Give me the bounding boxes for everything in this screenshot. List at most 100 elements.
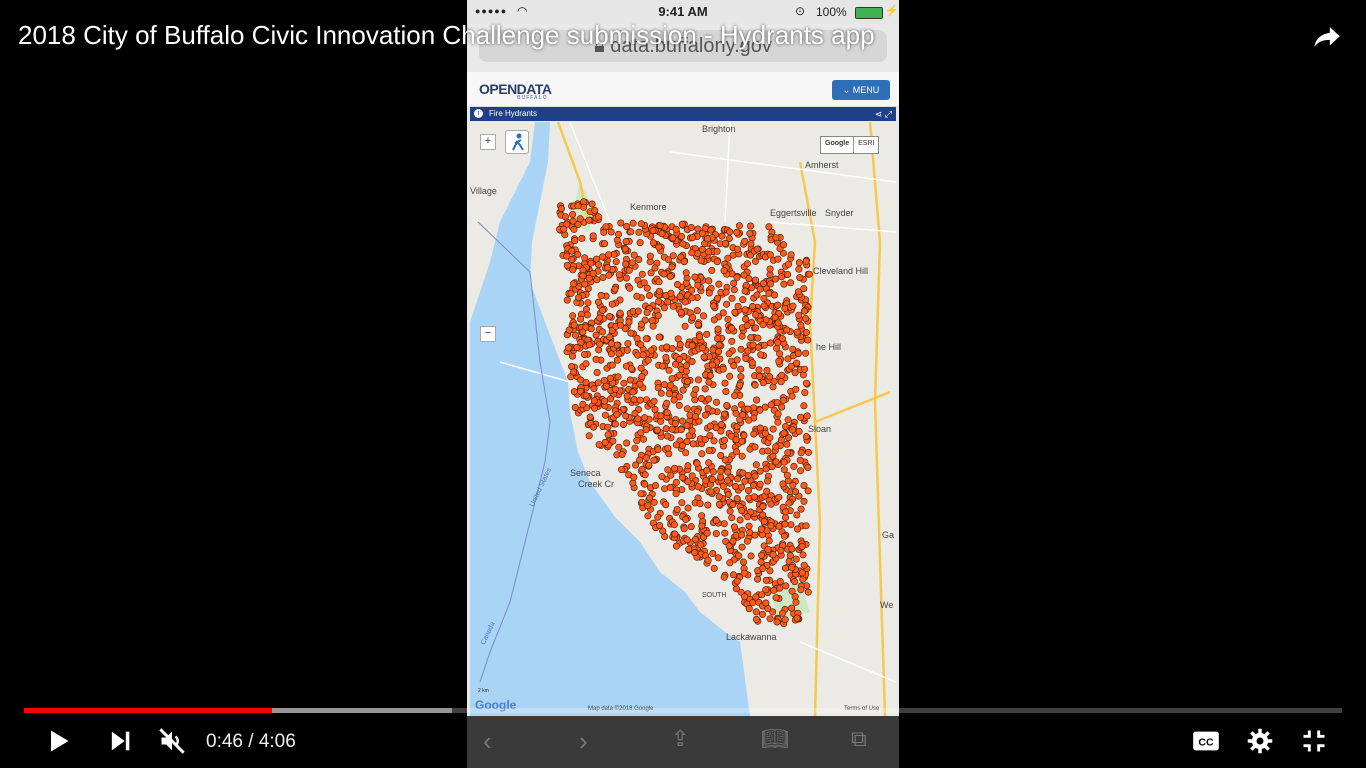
hydrant-marker xyxy=(671,419,679,427)
hydrant-marker xyxy=(804,487,812,495)
hydrant-marker xyxy=(671,530,679,538)
hydrant-marker xyxy=(674,335,682,343)
hydrant-marker xyxy=(715,348,723,356)
hydrant-marker xyxy=(693,459,701,467)
info-icon[interactable]: i xyxy=(474,109,483,119)
hydrant-marker xyxy=(773,399,781,407)
hydrant-marker xyxy=(655,298,663,306)
hydrant-marker xyxy=(617,219,625,227)
zoom-out-button[interactable]: − xyxy=(480,326,496,342)
hydrant-marker xyxy=(663,432,671,440)
hydrant-marker xyxy=(733,475,741,483)
hydrant-marker xyxy=(783,440,791,448)
hydrant-marker xyxy=(599,253,607,261)
hydrant-marker xyxy=(688,358,696,366)
hydrant-marker xyxy=(698,522,706,530)
hydrant-marker xyxy=(802,257,810,265)
hydrant-marker xyxy=(698,394,706,402)
svg-text:CC: CC xyxy=(1198,737,1214,749)
hydrant-marker xyxy=(772,443,780,451)
hydrant-marker xyxy=(751,443,759,451)
hydrant-marker xyxy=(756,480,764,488)
hydrant-marker xyxy=(652,481,660,489)
hydrant-marker xyxy=(618,450,626,458)
hydrant-marker xyxy=(728,514,736,522)
hydrant-marker xyxy=(678,499,686,507)
locate-button[interactable] xyxy=(505,130,529,154)
hydrant-marker xyxy=(781,304,789,312)
map-view[interactable]: + − Google ESRI Brighton Amherst Kenmore… xyxy=(470,122,896,716)
hydrant-marker xyxy=(714,325,722,333)
hydrant-marker xyxy=(644,512,652,520)
hydrant-marker xyxy=(759,511,767,519)
hydrant-marker xyxy=(671,464,679,472)
hydrant-marker xyxy=(655,333,663,341)
map-label: Snyder xyxy=(825,208,854,218)
hydrant-marker xyxy=(703,529,711,537)
hydrant-marker xyxy=(608,350,616,358)
hydrant-marker xyxy=(787,251,795,259)
captions-button[interactable]: CC xyxy=(1192,727,1220,755)
site-logo[interactable]: OPENDATA BUFFALO xyxy=(479,81,552,101)
exit-fullscreen-button[interactable] xyxy=(1300,727,1328,755)
hydrant-marker xyxy=(595,346,603,354)
hydrant-marker xyxy=(712,530,720,538)
hydrant-marker xyxy=(754,334,762,342)
hydrant-marker xyxy=(656,521,664,529)
map-label: Sloan xyxy=(808,424,832,434)
share-button[interactable] xyxy=(1310,20,1344,54)
video-title[interactable]: 2018 City of Buffalo Civic Innovation Ch… xyxy=(18,20,875,51)
hydrant-marker xyxy=(780,429,788,437)
hydrant-marker xyxy=(756,406,764,414)
hydrant-marker xyxy=(643,454,651,462)
zoom-in-button[interactable]: + xyxy=(480,134,496,150)
hydrant-marker xyxy=(694,321,702,329)
hydrant-marker xyxy=(660,270,668,278)
next-button[interactable] xyxy=(106,727,134,755)
hydrant-marker xyxy=(693,307,701,315)
hydrant-marker xyxy=(746,230,754,238)
hydrant-marker xyxy=(728,294,736,302)
hydrant-marker xyxy=(636,456,644,464)
hydrant-marker xyxy=(656,222,664,230)
hydrant-marker xyxy=(590,397,598,405)
basemap-google-option[interactable]: Google xyxy=(821,137,855,153)
hydrant-marker xyxy=(774,418,782,426)
hydrant-marker xyxy=(613,410,621,418)
hydrant-marker xyxy=(678,233,686,241)
hydrant-marker xyxy=(737,373,745,381)
hydrant-marker xyxy=(563,261,571,269)
hydrant-marker xyxy=(662,501,670,509)
basemap-esri-option[interactable]: ESRI xyxy=(854,137,878,153)
charging-icon: ⚡ xyxy=(885,5,899,17)
hydrant-marker xyxy=(729,571,737,579)
hydrant-marker xyxy=(751,311,759,319)
mute-button[interactable] xyxy=(158,727,186,755)
progress-bar[interactable] xyxy=(24,708,1342,713)
hydrant-marker xyxy=(748,359,756,367)
hydrant-marker xyxy=(599,306,607,314)
hydrant-marker xyxy=(668,375,676,383)
hydrant-marker xyxy=(721,436,729,444)
hydrant-marker xyxy=(698,229,706,237)
hydrant-marker xyxy=(800,285,808,293)
hydrant-marker xyxy=(731,308,739,316)
hydrant-marker xyxy=(755,366,763,374)
settings-button[interactable] xyxy=(1246,727,1274,755)
hydrant-marker xyxy=(631,444,639,452)
expand-icon[interactable]: ⤢ xyxy=(885,109,892,119)
hydrant-marker xyxy=(579,328,587,336)
hydrant-marker xyxy=(571,237,579,245)
hydrant-marker xyxy=(617,321,625,329)
hydrant-marker xyxy=(582,378,590,386)
menu-button[interactable]: ⌄ MENU xyxy=(832,80,890,100)
hydrant-marker xyxy=(742,315,750,323)
hydrant-marker xyxy=(772,234,780,242)
share-icon[interactable]: ⋖ xyxy=(875,109,883,119)
hydrant-marker xyxy=(675,401,683,409)
map-title-bar: i Fire Hydrants ⋖ ⤢ xyxy=(470,107,896,121)
hydrant-marker xyxy=(788,604,796,612)
play-button[interactable] xyxy=(44,727,72,755)
hydrant-marker xyxy=(773,618,781,626)
hydrant-marker xyxy=(704,556,712,564)
